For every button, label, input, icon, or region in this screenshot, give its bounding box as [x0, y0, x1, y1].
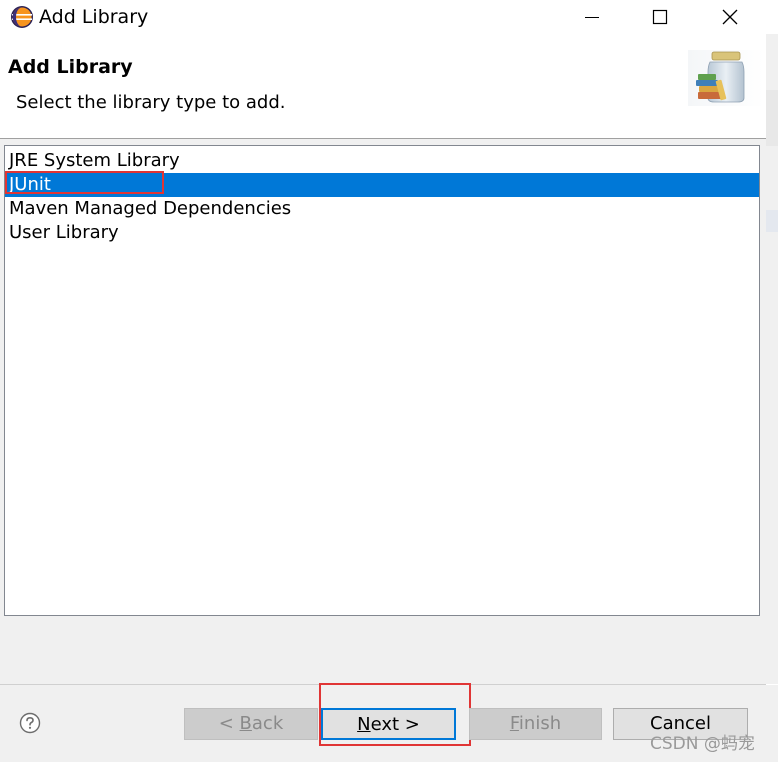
library-jar-icon — [688, 50, 764, 106]
minimize-icon — [585, 17, 599, 18]
list-item-maven-managed-dependencies[interactable]: Maven Managed Dependencies — [5, 197, 759, 221]
junit-highlight-box — [5, 171, 164, 194]
dialog-description: Select the library type to add. — [16, 92, 286, 113]
list-item-user-library[interactable]: User Library — [5, 221, 759, 245]
dialog-title: Add Library — [8, 56, 133, 78]
close-icon — [722, 9, 738, 25]
button-label: < Back — [218, 713, 284, 734]
close-button[interactable] — [702, 0, 758, 34]
watermark: CSDN @蚂宠 — [650, 734, 755, 754]
next-highlight-box — [319, 683, 471, 746]
back-button[interactable]: < Back — [184, 708, 318, 740]
help-button[interactable] — [19, 712, 41, 734]
button-label: Finish — [509, 713, 562, 734]
library-type-list[interactable]: JRE System Library JUnit Maven Managed D… — [4, 145, 760, 616]
help-icon — [19, 712, 41, 734]
minimize-button[interactable] — [564, 0, 620, 34]
dialog-header — [0, 34, 766, 138]
background-window-edge — [766, 34, 778, 684]
list-item-jre-system-library[interactable]: JRE System Library — [5, 149, 759, 173]
finish-button[interactable]: Finish — [469, 708, 602, 740]
window-title: Add Library — [39, 6, 149, 28]
maximize-icon — [652, 9, 668, 25]
eclipse-icon — [10, 5, 34, 29]
maximize-button[interactable] — [632, 0, 688, 34]
